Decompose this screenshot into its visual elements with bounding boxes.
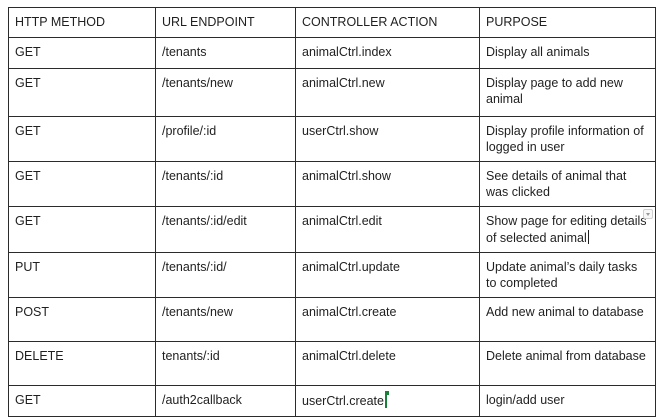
method-cell[interactable]: GET [8,161,156,207]
header-url-endpoint[interactable]: URL ENDPOINT [155,7,296,38]
purpose-cell[interactable]: See details of animal that was clicked [479,161,656,207]
action-cell[interactable]: userCtrl.show [295,116,480,162]
table-row: DELETE tenants/:id animalCtrl.delete Del… [8,341,656,386]
action-cell[interactable]: animalCtrl.show [295,161,480,207]
endpoint-cell[interactable]: /tenants/new [155,68,296,117]
table-row: GET /tenants/new animalCtrl.new Display … [8,68,656,117]
action-text: userCtrl.create [302,394,384,408]
routes-table: HTTP METHOD URL ENDPOINT CONTROLLER ACTI… [8,7,656,417]
action-cell[interactable]: animalCtrl.create [295,297,480,342]
action-cell-editing[interactable]: userCtrl.create [295,385,480,417]
action-cell[interactable]: animalCtrl.new [295,68,480,117]
text-cursor-icon [587,229,589,244]
purpose-cell[interactable]: Display all animals [479,37,656,69]
method-cell[interactable]: GET [8,206,156,253]
purpose-cell[interactable]: Delete animal from database [479,341,656,386]
method-cell[interactable]: GET [8,385,156,417]
table-row: PUT /tenants/:id/ animalCtrl.update Upda… [8,252,656,298]
action-cell[interactable]: animalCtrl.update [295,252,480,298]
purpose-cell[interactable]: login/add user [479,385,656,417]
action-cell[interactable]: animalCtrl.delete [295,341,480,386]
table-row: GET /tenants animalCtrl.index Display al… [8,37,656,69]
method-cell[interactable]: GET [8,116,156,162]
header-purpose[interactable]: PURPOSE [479,7,656,38]
method-cell[interactable]: DELETE [8,341,156,386]
endpoint-cell[interactable]: /tenants/:id/ [155,252,296,298]
purpose-cell[interactable]: Display profile information of logged in… [479,116,656,162]
action-cell[interactable]: animalCtrl.edit [295,206,480,253]
action-cell[interactable]: animalCtrl.index [295,37,480,69]
endpoint-cell[interactable]: tenants/:id [155,341,296,386]
method-cell[interactable]: GET [8,68,156,117]
endpoint-cell[interactable]: /tenants [155,37,296,69]
purpose-cell-editing[interactable]: Show page for editing details of selecte… [479,206,656,253]
endpoint-cell[interactable]: /tenants/new [155,297,296,342]
table-row: GET /profile/:id userCtrl.show Display p… [8,116,656,162]
table-row: GET /tenants/:id/edit animalCtrl.edit Sh… [8,206,656,253]
collaborator-cursor-icon [384,391,389,408]
purpose-cell[interactable]: Display page to add new animal [479,68,656,117]
table-row: POST /tenants/new animalCtrl.create Add … [8,297,656,342]
header-http-method[interactable]: HTTP METHOD [8,7,156,38]
endpoint-cell[interactable]: /profile/:id [155,116,296,162]
table-header-row: HTTP METHOD URL ENDPOINT CONTROLLER ACTI… [8,7,656,38]
purpose-text: Show page for editing details of selecte… [486,214,647,245]
table-row: GET /auth2callback userCtrl.create login… [8,385,656,417]
method-cell[interactable]: POST [8,297,156,342]
purpose-cell[interactable]: Update animal’s daily tasks to completed [479,252,656,298]
endpoint-cell[interactable]: /auth2callback [155,385,296,417]
endpoint-cell[interactable]: /tenants/:id [155,161,296,207]
table-row: GET /tenants/:id animalCtrl.show See det… [8,161,656,207]
purpose-cell[interactable]: Add new animal to database [479,297,656,342]
chevron-down-icon[interactable] [643,209,653,219]
method-cell[interactable]: PUT [8,252,156,298]
document-table-container: HTTP METHOD URL ENDPOINT CONTROLLER ACTI… [8,7,656,417]
endpoint-cell[interactable]: /tenants/:id/edit [155,206,296,253]
method-cell[interactable]: GET [8,37,156,69]
header-controller-action[interactable]: CONTROLLER ACTION [295,7,480,38]
